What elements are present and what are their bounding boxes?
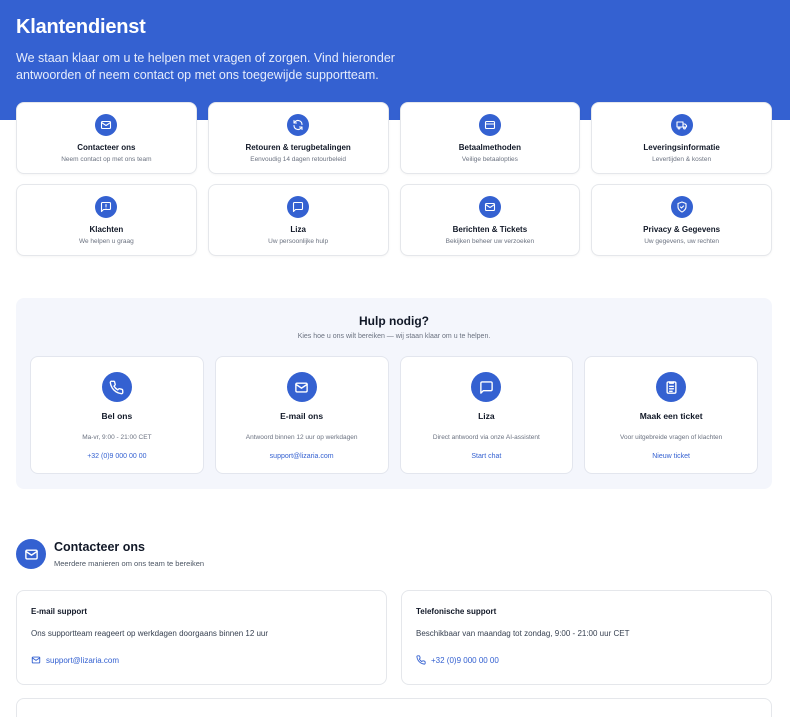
mail-icon	[286, 372, 317, 402]
chat-icon	[287, 196, 310, 218]
topic-grid: Contacteer ons Neem contact op met ons t…	[16, 102, 772, 256]
mail-icon	[95, 114, 118, 136]
contact-card-title: E-mail support	[31, 607, 88, 616]
contact-card-desc: Beschikbaar van maandag tot zondag, 9:00…	[416, 629, 630, 638]
topic-title: Betaalmethoden	[458, 143, 521, 152]
help-option-ticket[interactable]: Maak een ticket Voor uitgebreide vragen …	[584, 356, 758, 474]
page-title: Klantendienst	[16, 16, 146, 38]
help-option-liza[interactable]: Liza Direct antwoord via onze AI-assiste…	[399, 356, 574, 474]
contact-card-title: Telefonische support	[416, 607, 497, 616]
mail-icon	[478, 196, 501, 218]
topic-title: Privacy & Gegevens	[643, 225, 721, 234]
help-option-desc: Direct antwoord via onze AI-assistent	[432, 434, 540, 441]
email-link[interactable]: support@lizaria.com	[270, 453, 334, 460]
topic-card-contact[interactable]: Contacteer ons Neem contact op met ons t…	[16, 102, 197, 174]
contact-card-email: E-mail support Ons supportteam reageert …	[16, 590, 387, 685]
chat-icon	[471, 372, 502, 402]
truck-icon	[670, 114, 693, 136]
topic-title: Liza	[290, 225, 306, 234]
topic-card-payment[interactable]: Betaalmethoden Veilige betaalopties	[399, 102, 581, 174]
topic-title: Contacteer ons	[77, 143, 136, 152]
next-section-card	[16, 698, 772, 717]
phone-link-text[interactable]: +32 (0)9 000 00 00	[431, 656, 499, 665]
topic-subtitle: Levertijden & kosten	[652, 156, 712, 163]
contact-section-header: Contacteer ons Meerdere manieren om ons …	[16, 539, 416, 571]
mail-icon	[31, 656, 41, 664]
help-title: Hulp nodig?	[359, 314, 429, 328]
refresh-icon	[287, 114, 310, 136]
phone-link[interactable]: +32 (0)9 000 00 00	[87, 453, 146, 460]
help-option-desc: Voor uitgebreide vragen of klachten	[619, 434, 723, 441]
topic-card-returns[interactable]: Retouren & terugbetalingen Eenvoudig 14 …	[207, 102, 389, 174]
topic-subtitle: Bekijken beheer uw verzoeken	[445, 238, 535, 245]
topic-card-privacy[interactable]: Privacy & Gegevens Uw gegevens, uw recht…	[591, 184, 772, 256]
phone-icon	[416, 655, 426, 665]
shield-check-icon	[670, 196, 693, 218]
help-option-title: Bel ons	[101, 411, 133, 421]
contact-card-phone: Telefonische support Beschikbaar van maa…	[401, 590, 772, 685]
contact-card-desc: Ons supportteam reageert op werkdagen do…	[31, 629, 269, 638]
section-title: Contacteer ons	[54, 540, 145, 554]
topic-title: Leveringsinformatie	[643, 143, 720, 152]
topic-title: Berichten & Tickets	[452, 225, 528, 234]
contact-cards: E-mail support Ons supportteam reageert …	[16, 590, 772, 685]
help-option-email[interactable]: E-mail ons Antwoord binnen 12 uur op wer…	[214, 356, 389, 474]
topic-title: Klachten	[89, 225, 124, 234]
topic-subtitle: Veilige betaalopties	[461, 156, 518, 163]
topic-subtitle: We helpen u graag	[78, 238, 134, 245]
help-option-desc: Ma-vr, 9:00 - 21:00 CET	[82, 434, 152, 441]
topic-subtitle: Neem contact op met ons team	[61, 156, 152, 163]
topic-card-complaints[interactable]: Klachten We helpen u graag	[16, 184, 197, 256]
topic-card-delivery[interactable]: Leveringsinformatie Levertijden & kosten	[591, 102, 772, 174]
help-options: Bel ons Ma-vr, 9:00 - 21:00 CET +32 (0)9…	[30, 356, 758, 474]
ticket-icon	[656, 372, 687, 402]
phone-icon	[101, 372, 132, 402]
credit-card-icon	[478, 114, 501, 136]
email-link-text[interactable]: support@lizaria.com	[46, 656, 119, 665]
help-option-call[interactable]: Bel ons Ma-vr, 9:00 - 21:00 CET +32 (0)9…	[30, 356, 204, 474]
help-option-title: Liza	[478, 411, 495, 421]
email-link[interactable]: support@lizaria.com	[31, 655, 119, 665]
topic-subtitle: Uw persoonlijke hulp	[268, 238, 329, 245]
topic-title: Retouren & terugbetalingen	[245, 143, 351, 152]
help-option-title: E-mail ons	[280, 411, 324, 421]
help-option-desc: Antwoord binnen 12 uur op werkdagen	[245, 434, 358, 441]
phone-link[interactable]: +32 (0)9 000 00 00	[416, 655, 499, 665]
topic-subtitle: Uw gegevens, uw rechten	[644, 238, 720, 245]
topic-card-liza[interactable]: Liza Uw persoonlijke hulp	[207, 184, 389, 256]
topic-card-messages[interactable]: Berichten & Tickets Bekijken beheer uw v…	[399, 184, 581, 256]
help-option-title: Maak een ticket	[639, 411, 703, 421]
topic-subtitle: Eenvoudig 14 dagen retourbeleid	[250, 156, 347, 163]
hero-intro: We staan klaar om u te helpen met vragen…	[16, 51, 395, 82]
mail-icon	[16, 539, 46, 569]
chat-alert-icon	[95, 196, 118, 218]
new-ticket-link[interactable]: Nieuw ticket	[652, 453, 690, 460]
help-subtitle: Kies hoe u ons wilt bereiken — wij staan…	[297, 333, 491, 340]
help-panel: Hulp nodig? Kies hoe u ons wilt bereiken…	[16, 298, 772, 489]
section-subtitle: Meerdere manieren om ons team te bereike…	[54, 559, 205, 568]
start-chat-link[interactable]: Start chat	[471, 453, 501, 460]
